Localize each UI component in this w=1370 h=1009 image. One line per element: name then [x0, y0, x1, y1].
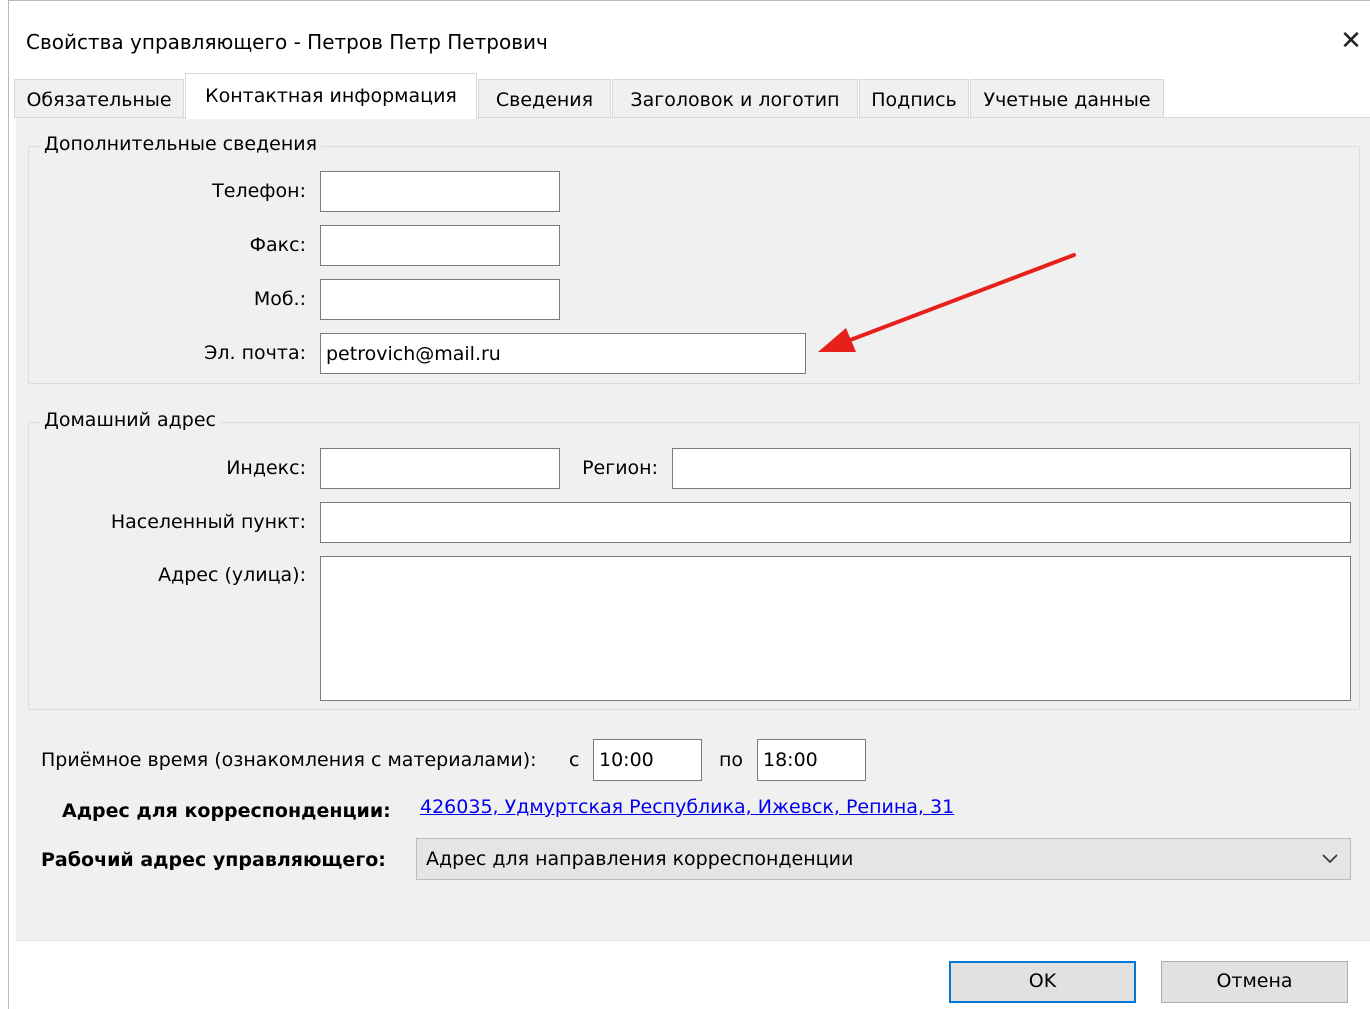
work-address-label: Рабочий адрес управляющего: [41, 849, 386, 871]
street-label: Адрес (улица): [158, 564, 306, 586]
correspondence-label: Адрес для корреспонденции: [62, 800, 391, 822]
phone-input[interactable] [320, 171, 560, 212]
tab-header-logo[interactable]: Заголовок и логотип [612, 79, 858, 117]
work-address-select[interactable]: Адрес для направления корреспонденции [416, 838, 1351, 880]
cancel-button[interactable]: Отмена [1161, 961, 1348, 1003]
phone-label: Телефон: [212, 180, 306, 202]
ok-button[interactable]: OK [949, 961, 1136, 1003]
correspondence-address-link[interactable]: 426035, Удмуртская Республика, Ижевск, Р… [420, 796, 954, 818]
reception-from-input[interactable] [593, 739, 702, 781]
locality-input[interactable] [320, 502, 1351, 543]
home-address-legend: Домашний адрес [40, 409, 220, 431]
tab-contact-info[interactable]: Контактная информация [185, 73, 477, 119]
locality-label: Населенный пункт: [110, 511, 306, 533]
email-input[interactable] [320, 333, 806, 374]
reception-to-label: по [719, 749, 744, 771]
close-icon[interactable]: ✕ [1336, 24, 1366, 58]
mobile-input[interactable] [320, 279, 560, 320]
email-label: Эл. почта: [204, 342, 306, 364]
region-input[interactable] [672, 448, 1351, 489]
tab-signature[interactable]: Подпись [859, 79, 969, 117]
contact-group-legend: Дополнительные сведения [40, 133, 322, 155]
chevron-down-icon [1322, 854, 1338, 864]
reception-time-label: Приёмное время (ознакомления с материала… [41, 749, 537, 771]
work-address-selected-value: Адрес для направления корреспонденции [426, 848, 854, 870]
footer-divider [16, 940, 1370, 941]
reception-to-input[interactable] [757, 739, 866, 781]
tab-details[interactable]: Сведения [478, 79, 611, 117]
tab-required[interactable]: Обязательные [14, 79, 184, 117]
mobile-label: Моб.: [253, 288, 306, 310]
index-label: Индекс: [226, 457, 306, 479]
street-textarea[interactable] [320, 556, 1351, 701]
region-label: Регион: [582, 457, 658, 479]
window-title: Свойства управляющего - Петров Петр Петр… [26, 30, 548, 54]
index-input[interactable] [320, 448, 560, 489]
reception-from-label: с [569, 749, 580, 771]
fax-label: Факс: [249, 234, 306, 256]
tab-credentials[interactable]: Учетные данные [970, 79, 1164, 117]
fax-input[interactable] [320, 225, 560, 266]
